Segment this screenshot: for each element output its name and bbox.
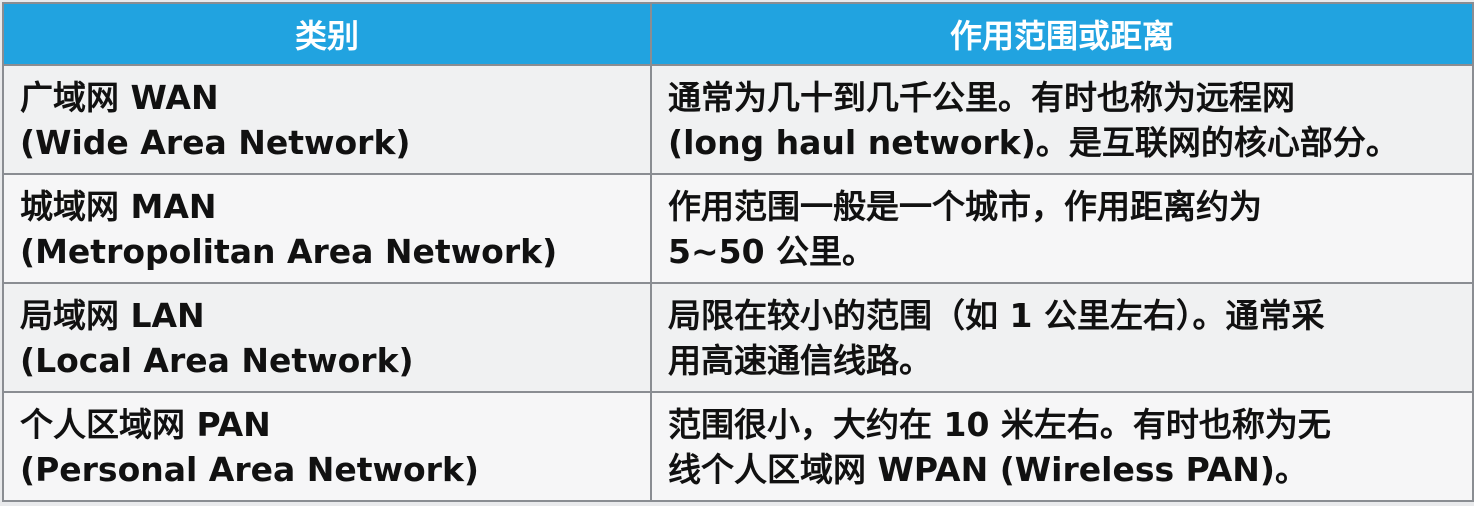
range-text-line2: (long haul network)。是互联网的核心部分。 <box>668 122 1399 162</box>
category-name: 个人区域网 PAN <box>20 404 271 444</box>
category-cell: 城域网 MAN (Metropolitan Area Network) <box>2 173 652 284</box>
category-name: 城域网 MAN <box>20 186 217 226</box>
range-text-line1: 范围很小，大约在 10 米左右。有时也称为无 <box>668 404 1331 444</box>
range-text-line2: 5~50 公里。 <box>668 231 876 271</box>
category-fullname: (Metropolitan Area Network) <box>20 231 558 271</box>
table-header-row: 类别 作用范围或距离 <box>2 2 1474 66</box>
header-category: 类别 <box>2 2 652 66</box>
table-row-wan: 广域网 WAN (Wide Area Network) 通常为几十到几千公里。有… <box>2 64 1474 175</box>
category-fullname: (Personal Area Network) <box>20 449 479 489</box>
range-text-line1: 通常为几十到几千公里。有时也称为远程网 <box>668 77 1295 117</box>
category-cell: 广域网 WAN (Wide Area Network) <box>2 64 652 175</box>
network-types-table-container: 类别 作用范围或距离 广域网 WAN (Wide Area Network) 通… <box>2 2 1474 502</box>
range-text-line1: 局限在较小的范围（如 1 公里左右）。通常采 <box>668 295 1325 335</box>
table-row-man: 城域网 MAN (Metropolitan Area Network) 作用范围… <box>2 173 1474 284</box>
range-cell: 范围很小，大约在 10 米左右。有时也称为无 线个人区域网 WPAN (Wire… <box>650 391 1474 502</box>
category-name: 广域网 WAN <box>20 77 219 117</box>
header-range: 作用范围或距离 <box>650 2 1474 66</box>
category-fullname: (Wide Area Network) <box>20 122 411 162</box>
range-text-line1: 作用范围一般是一个城市，作用距离约为 <box>668 186 1262 226</box>
category-fullname: (Local Area Network) <box>20 340 414 380</box>
range-cell: 通常为几十到几千公里。有时也称为远程网 (long haul network)。… <box>650 64 1474 175</box>
table-row-lan: 局域网 LAN (Local Area Network) 局限在较小的范围（如 … <box>2 282 1474 393</box>
category-cell: 局域网 LAN (Local Area Network) <box>2 282 652 393</box>
range-text-line2: 用高速通信线路。 <box>668 340 932 380</box>
range-cell: 作用范围一般是一个城市，作用距离约为 5~50 公里。 <box>650 173 1474 284</box>
range-cell: 局限在较小的范围（如 1 公里左右）。通常采 用高速通信线路。 <box>650 282 1474 393</box>
category-name: 局域网 LAN <box>20 295 205 335</box>
range-text-line2: 线个人区域网 WPAN (Wireless PAN)。 <box>668 449 1309 489</box>
network-types-table: 类别 作用范围或距离 广域网 WAN (Wide Area Network) 通… <box>2 2 1474 502</box>
table-row-pan: 个人区域网 PAN (Personal Area Network) 范围很小，大… <box>2 391 1474 502</box>
category-cell: 个人区域网 PAN (Personal Area Network) <box>2 391 652 502</box>
